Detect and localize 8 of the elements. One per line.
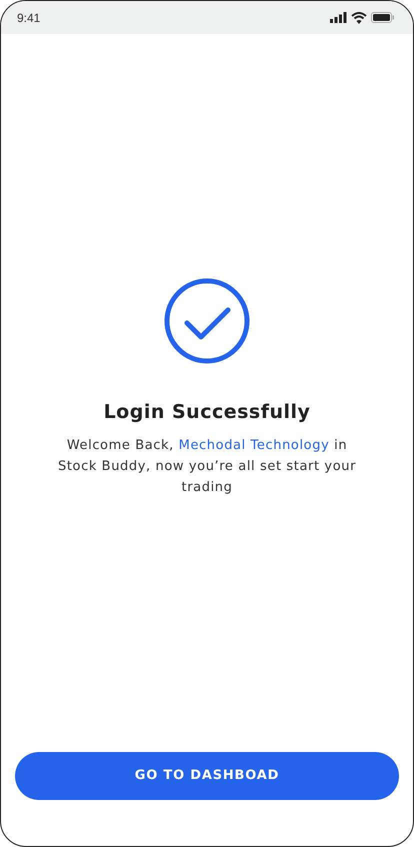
- status-time: 9:41: [17, 10, 40, 26]
- dashboard-button[interactable]: GO TO DASHBOAD: [15, 752, 399, 800]
- check-circle-icon: [164, 278, 250, 364]
- battery-icon: [371, 12, 395, 23]
- wifi-icon: [351, 12, 367, 24]
- welcome-message: Welcome Back, Mechodal Technology in Stock Buddy, now you’re all set start your trading: [57, 436, 357, 496]
- signal-icon: [330, 12, 347, 23]
- success-title: Login Successfully: [104, 400, 310, 425]
